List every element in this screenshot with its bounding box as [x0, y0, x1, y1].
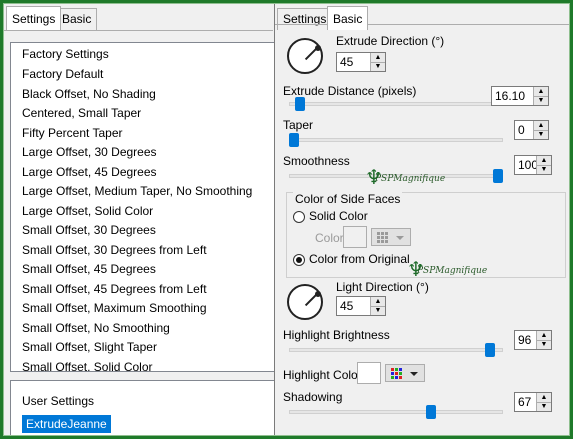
list-item[interactable]: Small Offset, 30 Degrees from Left	[11, 241, 277, 261]
tab-divider	[275, 24, 569, 25]
highlight-brightness-label: Highlight Brightness	[283, 328, 390, 342]
solid-color-radio[interactable]	[293, 211, 305, 223]
shadowing-track[interactable]	[289, 410, 503, 414]
side-color-palette-button[interactable]	[371, 228, 411, 246]
list-item-extrudejeanne[interactable]: ExtrudeJeanne	[22, 415, 111, 433]
extrude-direction-spinner[interactable]: 45 ▲ ▼	[336, 52, 386, 72]
dial-dot-icon	[315, 291, 321, 297]
user-settings-list[interactable]: User Settings ExtrudeJeanne	[10, 380, 278, 435]
spin-down-icon[interactable]: ▼	[537, 165, 551, 174]
tab-basic[interactable]: Basic	[327, 6, 369, 30]
spin-down-icon[interactable]: ▼	[537, 402, 551, 411]
smoothness-label: Smoothness	[283, 154, 350, 168]
extrude-direction-value[interactable]: 45	[340, 53, 353, 71]
list-item[interactable]: Large Offset, 30 Degrees	[11, 143, 277, 163]
list-item[interactable]: Small Offset, Maximum Smoothing	[11, 299, 277, 319]
extrude-direction-label: Extrude Direction (°)	[336, 34, 445, 48]
extrude-direction-dial[interactable]	[287, 38, 323, 74]
list-item[interactable]: Factory Default	[11, 65, 277, 85]
list-item[interactable]: Centered, Small Taper	[11, 104, 277, 124]
list-item[interactable]: Small Offset, No Smoothing	[11, 319, 277, 339]
shadowing-thumb[interactable]	[425, 405, 436, 419]
extrude-distance-spinner[interactable]: 16.10 ▲ ▼	[491, 86, 549, 106]
list-item[interactable]: Small Offset, Solid Color	[11, 358, 277, 372]
highlight-color-label: Highlight Color	[283, 368, 362, 382]
solid-color-label[interactable]: Solid Color	[309, 209, 368, 223]
smoothness-thumb[interactable]	[493, 169, 503, 183]
tab-settings[interactable]: Settings	[277, 8, 333, 30]
list-item[interactable]: Small Offset, 45 Degrees from Left	[11, 280, 277, 300]
shadowing-label: Shadowing	[283, 390, 343, 404]
taper-thumb[interactable]	[289, 133, 299, 147]
taper-label: Taper	[283, 118, 314, 132]
watermark-logo: ♆ PSPMagnifique	[365, 165, 446, 189]
palette-grid-icon	[377, 232, 404, 243]
extrude-distance-track[interactable]	[289, 102, 503, 106]
highlight-color-palette-button[interactable]	[385, 364, 425, 382]
list-item[interactable]: Small Offset, Slight Taper	[11, 338, 277, 358]
extrude-distance-label: Extrude Distance (pixels)	[283, 84, 417, 98]
dial-dot-icon	[315, 45, 321, 51]
shadowing-spinner[interactable]: 67 ▲ ▼	[514, 392, 552, 412]
factory-settings-list[interactable]: Factory Settings Factory Default Black Of…	[10, 42, 278, 372]
spin-down-icon[interactable]: ▼	[371, 62, 385, 71]
smoothness-spinner[interactable]: 100 ▲ ▼	[514, 155, 552, 175]
spin-down-icon[interactable]: ▼	[371, 306, 385, 315]
spin-down-icon[interactable]: ▼	[534, 96, 548, 105]
user-settings-header: User Settings	[22, 394, 95, 408]
highlight-brightness-spinner[interactable]: 96 ▲ ▼	[514, 330, 552, 350]
highlight-color-swatch[interactable]	[357, 362, 381, 384]
tab-settings[interactable]: Settings	[6, 6, 62, 30]
side-faces-title: Color of Side Faces	[293, 192, 403, 206]
highlight-brightness-thumb[interactable]	[484, 343, 495, 357]
extrude-distance-thumb[interactable]	[295, 97, 306, 111]
palette-grid-icon	[391, 368, 418, 379]
color-from-original-radio[interactable]	[293, 254, 305, 266]
highlight-brightness-value[interactable]: 96	[518, 331, 531, 349]
list-item[interactable]: Large Offset, Solid Color	[11, 202, 277, 222]
list-item[interactable]: Black Offset, No Shading	[11, 85, 277, 105]
list-item[interactable]: Large Offset, Medium Taper, No Smoothing	[11, 182, 277, 202]
extrude-distance-value[interactable]: 16.10	[495, 87, 525, 105]
taper-spinner[interactable]: 0 ▲ ▼	[514, 120, 549, 140]
light-direction-value[interactable]: 45	[340, 297, 353, 315]
spin-down-icon[interactable]: ▼	[534, 130, 548, 139]
list-item[interactable]: Small Offset, 45 Degrees	[11, 260, 277, 280]
color-label: Color	[315, 231, 344, 245]
list-item[interactable]: Large Offset, 45 Degrees	[11, 163, 277, 183]
presets-panel: Settings Basic Factory Settings Factory …	[4, 4, 278, 435]
list-item[interactable]: Fifty Percent Taper	[11, 124, 277, 144]
taper-value[interactable]: 0	[518, 121, 525, 139]
light-direction-spinner[interactable]: 45 ▲ ▼	[336, 296, 386, 316]
side-color-swatch[interactable]	[343, 226, 367, 248]
highlight-brightness-track[interactable]	[289, 348, 503, 352]
light-direction-dial[interactable]	[287, 284, 323, 320]
factory-settings-header: Factory Settings	[22, 47, 109, 61]
tab-basic[interactable]: Basic	[56, 8, 98, 30]
light-direction-label: Light Direction (°)	[336, 280, 429, 294]
taper-track[interactable]	[289, 138, 503, 142]
basic-settings-panel: Settings Basic Extrude Direction (°) 45 …	[274, 4, 569, 435]
dialog-frame: Settings Basic Factory Settings Factory …	[3, 3, 570, 436]
list-item[interactable]: Small Offset, 30 Degrees	[11, 221, 277, 241]
spin-down-icon[interactable]: ▼	[537, 340, 551, 349]
watermark-logo: ♆ PSPMagnifique	[407, 257, 488, 281]
color-from-original-label[interactable]: Color from Original	[309, 252, 410, 266]
shadowing-value[interactable]: 67	[518, 393, 531, 411]
